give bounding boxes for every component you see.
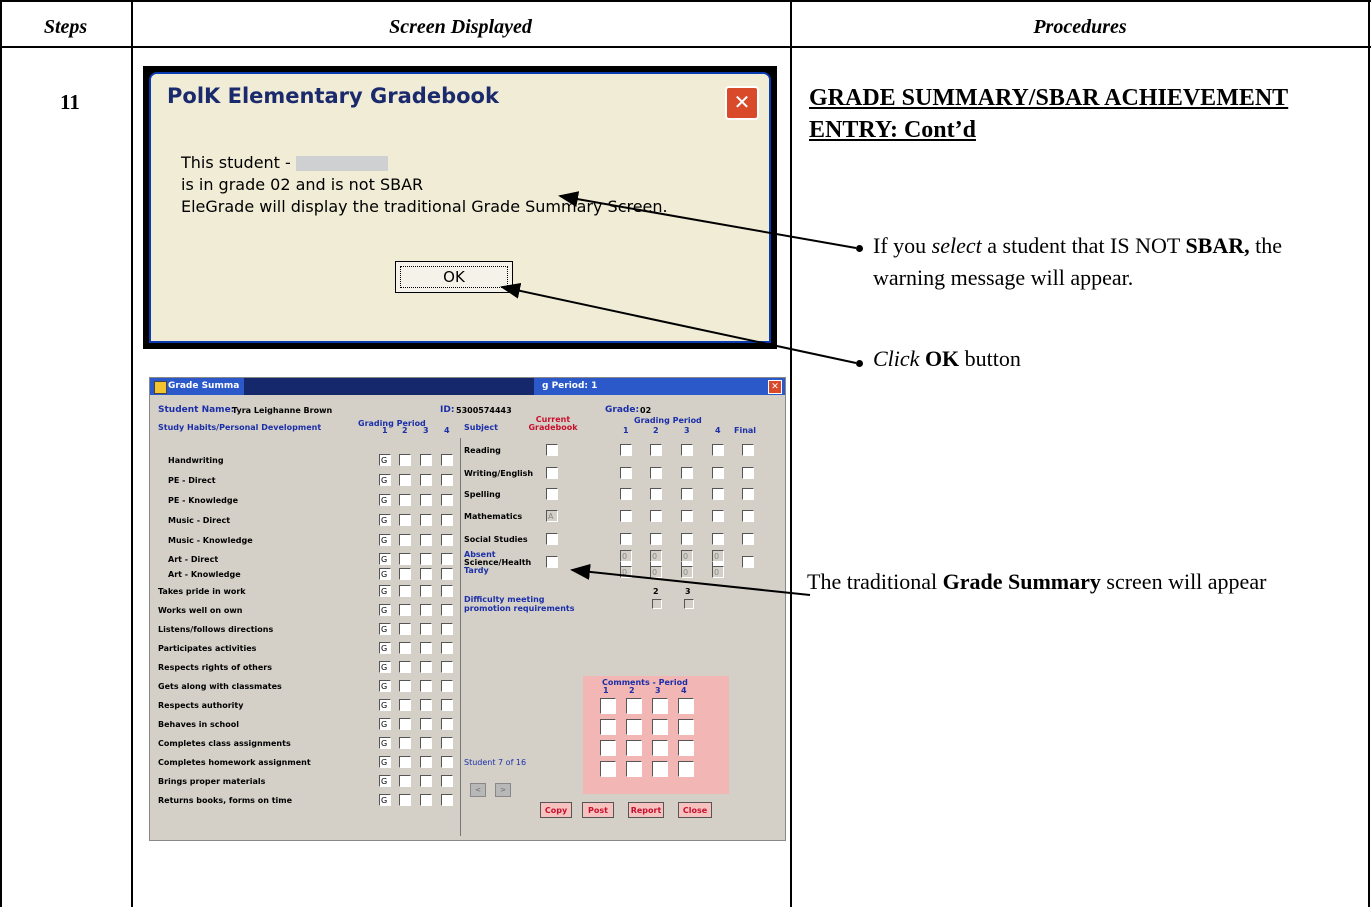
annotation-arrows [500, 191, 857, 596]
arrow-to-grade-summary [570, 563, 811, 596]
arrow-to-message [558, 191, 857, 249]
arrow-to-ok [500, 282, 857, 364]
